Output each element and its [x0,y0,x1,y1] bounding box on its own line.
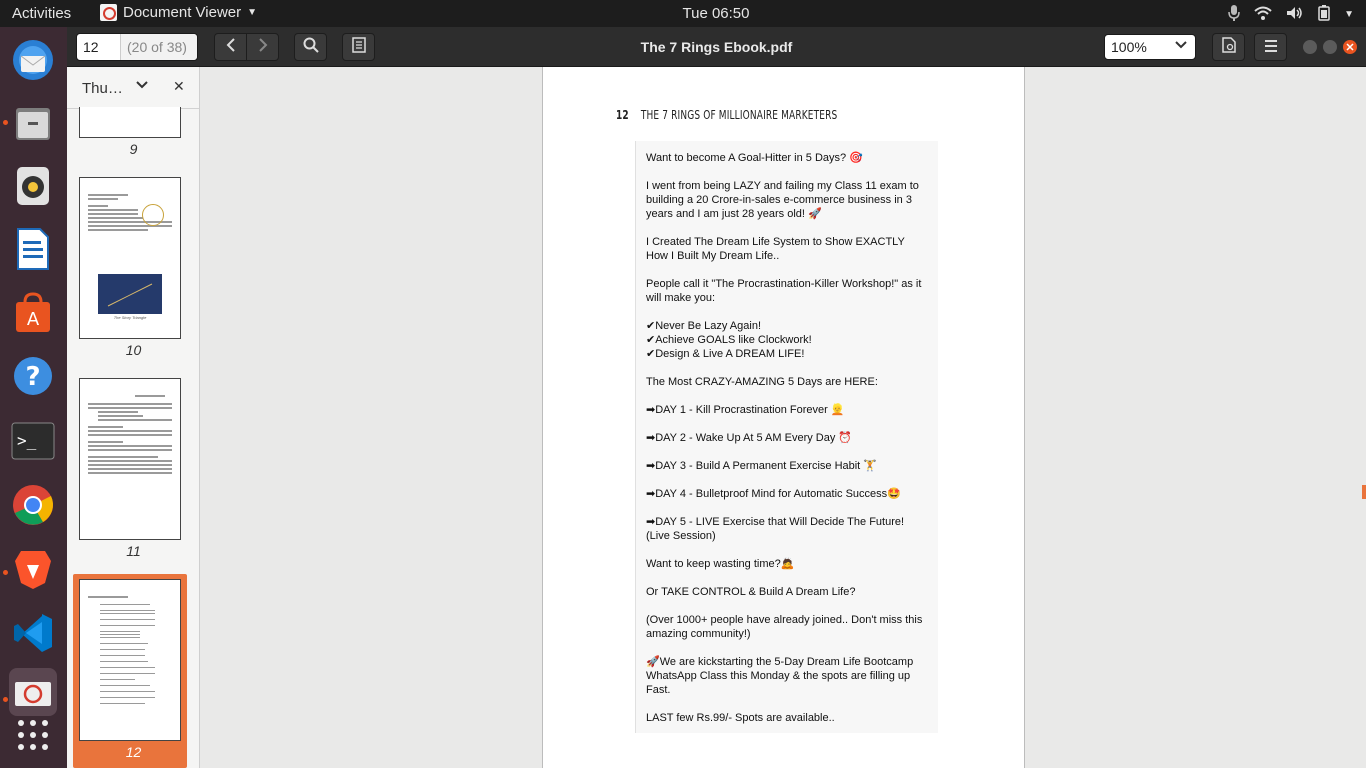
help-icon[interactable]: ? [9,352,57,400]
page-text-line: ✔Achieve GOALS like Clockwork! [646,334,812,346]
system-tray[interactable]: ▼ [1228,4,1354,25]
page-text-line: LAST few Rs.99/- Spots are available.. [646,712,835,724]
thumbnail-label: 10 [125,342,142,358]
document-page: 12 THE 7 RINGS OF MILLIONAIRE MARKETERS … [542,67,1025,768]
page-text-line: 🚀We are kickstarting the 5-Day Dream Lif… [646,656,914,696]
svg-text:A: A [27,309,40,330]
header-bar: 12 (20 of 38) The 7 Rings Ebook.pdf 100% [67,27,1366,67]
chevron-down-icon[interactable] [136,78,148,93]
page-text-line: ➡DAY 5 - LIVE Exercise that Will Decide … [646,516,905,542]
thumbnail-page-9[interactable] [79,107,181,138]
files-icon[interactable] [9,99,57,147]
close-sidebar-button[interactable]: ✕ [173,78,185,95]
ubuntu-software-icon[interactable]: A [9,289,57,337]
libreoffice-writer-icon[interactable] [9,225,57,273]
page-text-line: Want to keep wasting time?🙇 [646,558,795,570]
thunderbird-icon[interactable] [9,36,57,84]
page-text-line: ➡DAY 2 - Wake Up At 5 AM Every Day ⏰ [646,432,853,444]
zoom-select[interactable]: 100% [1104,34,1196,60]
main-menu-button[interactable] [1254,33,1287,61]
page-text-line: (Over 1000+ people have already joined..… [646,614,923,640]
wifi-icon[interactable] [1254,6,1272,23]
page-text-line: I Created The Dream Life System to Show … [646,236,905,262]
page-text-line: ➡DAY 3 - Build A Permanent Exercise Habi… [646,460,877,472]
thumbnail-page-11[interactable] [79,378,181,540]
close-window-button[interactable] [1343,40,1357,54]
thumbnail-caption: The Story Triangle [113,315,147,320]
zoom-value: 100% [1111,39,1147,55]
clock[interactable]: Tue 06:50 [0,5,1366,22]
chevron-down-icon [1175,38,1187,53]
page-text-line: ✔Design & Live A DREAM LIFE! [646,348,805,360]
system-menu-chevron-icon[interactable]: ▼ [1344,9,1354,20]
sidebar-mode-label[interactable]: Thu… [82,80,123,97]
battery-icon[interactable] [1318,5,1330,24]
page-text-line: I went from being LAZY and failing my Cl… [646,180,919,220]
minimize-window-button[interactable] [1303,40,1317,54]
brave-icon[interactable] [9,545,57,593]
thumbnail-page-12[interactable] [79,579,181,741]
thumbnail-label: 9 [129,141,138,157]
document-viewer-icon[interactable] [9,668,57,716]
microphone-icon[interactable] [1228,4,1240,25]
thumbnail-label: 12 [125,744,142,760]
page-running-header: 12 THE 7 RINGS OF MILLIONAIRE MARKETERS [616,108,837,122]
embedded-screenshot: Want to become A Goal-Hitter in 5 Days? … [635,141,938,733]
rhythmbox-icon[interactable] [9,162,57,210]
document-view[interactable]: 12 THE 7 RINGS OF MILLIONAIRE MARKETERS … [200,67,1366,768]
thumbnail-sidebar: Thu… ✕ 9 The Story Triangle 10 11 12 [67,67,200,768]
volume-icon[interactable] [1286,6,1304,23]
vscode-icon[interactable] [9,609,57,657]
scrollbar-indicator[interactable] [1362,485,1366,499]
thumbnail-label: 11 [126,543,141,559]
document-icon [1221,37,1236,57]
thumbnail-page-10[interactable]: The Story Triangle [79,177,181,339]
open-document-button[interactable] [1212,33,1245,61]
page-text-line: ➡DAY 1 - Kill Procrastination Forever 👱 [646,404,845,416]
sidebar-header: Thu… ✕ [67,67,199,109]
running-title: THE 7 RINGS OF MILLIONAIRE MARKETERS [640,108,838,122]
dock: A ? >_ [0,27,67,768]
show-apps-icon[interactable] [9,711,57,759]
hamburger-menu-icon [1264,39,1278,56]
terminal-icon[interactable]: >_ [9,417,57,465]
chrome-icon[interactable] [9,481,57,529]
svg-text:?: ? [25,362,40,392]
page-text-line: People call it "The Procrastination-Kill… [646,278,922,304]
page-text-line: Or TAKE CONTROL & Build A Dream Life? [646,586,856,598]
page-text-line: ➡DAY 4 - Bulletproof Mind for Automatic … [646,488,901,500]
page-text-line: The Most CRAZY-AMAZING 5 Days are HERE: [646,376,878,388]
top-bar: Activities Document Viewer ▼ Tue 06:50 ▼ [0,0,1366,27]
page-number: 12 [616,108,629,122]
maximize-window-button[interactable] [1323,40,1337,54]
svg-text:>_: >_ [17,431,37,450]
page-text-line: Want to become A Goal-Hitter in 5 Days? … [646,152,863,164]
page-text-line: ✔Never Be Lazy Again! [646,320,762,332]
